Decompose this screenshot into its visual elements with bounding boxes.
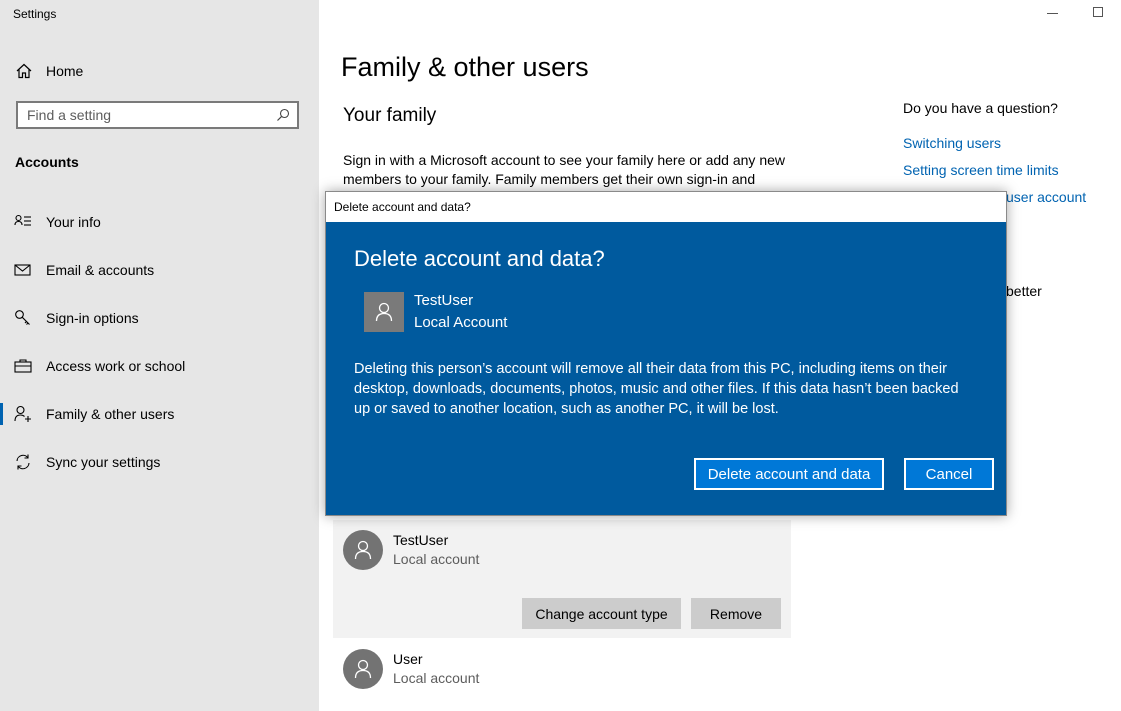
sidebar-item-sync-settings[interactable]: Sync your settings xyxy=(0,444,319,480)
sidebar-item-family-other-users[interactable]: Family & other users xyxy=(0,396,319,432)
user-type: Local account xyxy=(393,551,480,567)
search-input[interactable] xyxy=(18,107,272,123)
minimize-button[interactable] xyxy=(1046,6,1060,20)
cancel-button[interactable]: Cancel xyxy=(904,458,994,490)
sidebar-item-access-work-school[interactable]: Access work or school xyxy=(0,348,319,384)
briefcase-icon xyxy=(14,359,32,373)
app-title: Settings xyxy=(13,7,57,21)
nav-home[interactable]: Home xyxy=(16,60,83,82)
sidebar-item-label: Sign-in options xyxy=(46,310,139,326)
delete-account-and-data-button[interactable]: Delete account and data xyxy=(694,458,884,490)
add-person-icon xyxy=(14,405,31,422)
minimize-icon xyxy=(1047,13,1058,14)
sidebar-item-email-accounts[interactable]: Email & accounts xyxy=(0,252,319,288)
key-icon xyxy=(15,310,30,325)
mail-icon xyxy=(14,264,31,276)
search-box xyxy=(16,101,299,129)
dialog-window-title: Delete account and data? xyxy=(334,200,471,214)
maximize-icon xyxy=(1093,7,1103,17)
maximize-button[interactable] xyxy=(1092,6,1106,20)
user-name[interactable]: User xyxy=(393,651,423,667)
link-user-account-partial[interactable]: user account xyxy=(1006,189,1086,205)
avatar xyxy=(364,292,404,332)
person-icon xyxy=(375,302,393,322)
partial-text-better: better xyxy=(1006,283,1042,299)
question-heading: Do you have a question? xyxy=(903,100,1058,116)
sidebar-item-label: Email & accounts xyxy=(46,262,155,278)
avatar xyxy=(343,530,383,570)
user-name: TestUser xyxy=(393,532,449,548)
sidebar-item-sign-in-options[interactable]: Sign-in options xyxy=(0,300,319,336)
sidebar-item-label: Family & other users xyxy=(46,406,175,422)
dialog-user-name: TestUser xyxy=(414,292,474,309)
dialog-body: Delete account and data? TestUser Local … xyxy=(326,222,1006,515)
delete-account-dialog: Delete account and data? Delete account … xyxy=(325,191,1007,516)
remove-button[interactable]: Remove xyxy=(691,598,781,629)
sidebar: Settings Home Accounts Your info Email &… xyxy=(0,0,319,711)
your-family-heading: Your family xyxy=(343,105,437,126)
home-icon xyxy=(16,63,32,79)
home-label: Home xyxy=(46,63,84,79)
sidebar-item-label: Access work or school xyxy=(46,358,186,374)
dialog-user-type: Local Account xyxy=(414,314,508,331)
user-card-testuser[interactable]: TestUser Local account Change account ty… xyxy=(333,520,791,638)
dialog-heading: Delete account and data? xyxy=(354,246,605,271)
dialog-titlebar: Delete account and data? xyxy=(326,192,1006,222)
search-icon[interactable] xyxy=(276,108,290,122)
link-switching-users[interactable]: Switching users xyxy=(903,135,1001,151)
person-icon xyxy=(354,659,372,679)
sync-icon xyxy=(16,454,30,470)
link-screen-time-limits[interactable]: Setting screen time limits xyxy=(903,162,1059,178)
user-type: Local account xyxy=(393,670,480,686)
contact-card-icon xyxy=(14,214,31,226)
dialog-warning-text: Deleting this person’s account will remo… xyxy=(354,361,959,417)
sidebar-item-label: Sync your settings xyxy=(46,454,161,470)
sidebar-item-label: Your info xyxy=(46,214,101,230)
sidebar-item-your-info[interactable]: Your info xyxy=(0,204,319,240)
person-icon xyxy=(354,540,372,560)
your-family-description: Sign in with a Microsoft account to see … xyxy=(343,152,785,187)
avatar xyxy=(343,649,383,689)
page-title: Family & other users xyxy=(341,52,589,82)
section-heading-accounts: Accounts xyxy=(15,154,79,170)
change-account-type-button[interactable]: Change account type xyxy=(522,598,681,629)
